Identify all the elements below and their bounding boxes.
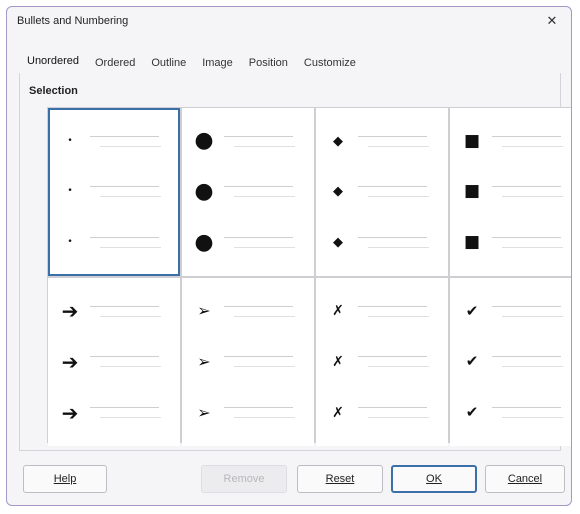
small-dot-icon: • [67, 135, 73, 146]
arrow-icon: ➔ [61, 400, 79, 425]
arrow-icon: ➔ [61, 299, 79, 324]
tab-image[interactable]: Image [194, 53, 241, 73]
square-icon: ■ [463, 232, 481, 253]
ok-button[interactable]: OK [391, 465, 477, 493]
large-dot-icon: ● [194, 229, 214, 255]
tab-bar: Unordered Ordered Outline Image Position… [19, 51, 559, 73]
close-icon[interactable]: ✕ [543, 12, 561, 30]
large-dot-icon: ● [194, 178, 214, 204]
arrow-icon: ➔ [61, 349, 79, 374]
bullets-numbering-dialog: Bullets and Numbering ✕ Unordered Ordere… [6, 6, 572, 506]
large-dot-icon: ● [194, 128, 214, 154]
arrowhead-icon: ➢ [197, 351, 211, 371]
tab-outline[interactable]: Outline [143, 53, 194, 73]
bullet-option-square[interactable]: ■ ■ ■ [450, 108, 571, 276]
tab-customize[interactable]: Customize [296, 53, 364, 73]
x-mark-icon: ✗ [332, 404, 344, 421]
title-bar: Bullets and Numbering ✕ [7, 7, 571, 35]
window-title: Bullets and Numbering [17, 15, 129, 27]
bullet-option-small-dot[interactable]: • • • [48, 108, 180, 276]
small-dot-icon: • [67, 186, 73, 197]
diamond-icon: ◆ [333, 133, 343, 149]
arrowhead-icon: ➢ [197, 301, 211, 321]
checkmark-icon: ✔ [465, 403, 479, 422]
tab-unordered[interactable]: Unordered [19, 51, 87, 73]
bullet-option-checkmark[interactable]: ✔ ✔ ✔ [450, 278, 571, 446]
bullet-option-x-mark[interactable]: ✗ ✗ ✗ [316, 278, 448, 446]
button-bar: Help Remove Reset OK Cancel [7, 465, 571, 499]
arrowhead-icon: ➢ [197, 402, 211, 422]
bullet-option-arrowhead[interactable]: ➢ ➢ ➢ [182, 278, 314, 446]
x-mark-icon: ✗ [332, 353, 344, 370]
small-dot-icon: • [67, 237, 73, 248]
checkmark-icon: ✔ [465, 301, 479, 320]
remove-button[interactable]: Remove [201, 465, 287, 493]
selection-label: Selection [29, 85, 78, 97]
tab-ordered[interactable]: Ordered [87, 53, 143, 73]
checkmark-icon: ✔ [465, 352, 479, 371]
help-button[interactable]: Help [23, 465, 107, 493]
tab-position[interactable]: Position [241, 53, 296, 73]
bullet-option-large-dot[interactable]: ● ● ● [182, 108, 314, 276]
cancel-button[interactable]: Cancel [485, 465, 565, 493]
square-icon: ■ [463, 181, 481, 202]
diamond-icon: ◆ [333, 184, 343, 200]
diamond-icon: ◆ [333, 235, 343, 251]
reset-button[interactable]: Reset [297, 465, 383, 493]
bullet-option-diamond[interactable]: ◆ ◆ ◆ [316, 108, 448, 276]
square-icon: ■ [463, 130, 481, 151]
bullet-option-arrow[interactable]: ➔ ➔ ➔ [48, 278, 180, 446]
x-mark-icon: ✗ [332, 303, 344, 320]
bullet-style-grid: • • • ● ● ● ◆ ◆ ◆ ■ ■ ■ ➔ ➔ ➔ ➢ ➢ ➢ ✗ ✗ … [47, 107, 571, 446]
